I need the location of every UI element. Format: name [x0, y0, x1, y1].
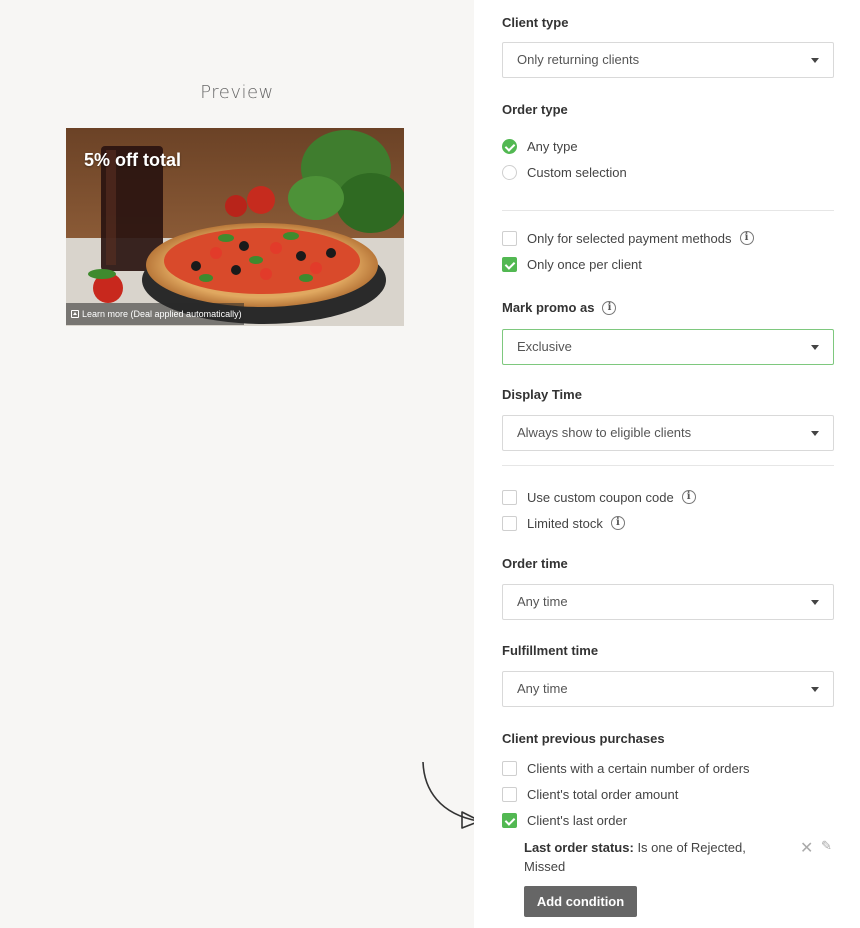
order-time-select[interactable]: Any time	[502, 584, 834, 620]
promo-preview-card: 5% off total Learn more (Deal applied au…	[66, 128, 404, 326]
last-order-checkbox[interactable]: Client's last order	[502, 811, 627, 829]
certain-number-orders-checkbox[interactable]: Clients with a certain number of orders	[502, 759, 750, 777]
divider	[502, 210, 834, 211]
chevron-down-icon	[811, 345, 819, 350]
checkbox-unchecked-icon	[502, 515, 517, 531]
order-type-label: Order type	[502, 102, 568, 117]
total-order-amount-label: Client's total order amount	[527, 786, 679, 802]
close-icon[interactable]: ✕	[800, 838, 813, 858]
total-order-amount-checkbox[interactable]: Client's total order amount	[502, 785, 678, 803]
radio-checked-icon	[502, 138, 517, 154]
chevron-down-icon	[811, 600, 819, 605]
promo-settings-form: Client type Only returning clients Order…	[474, 0, 860, 928]
fulfillment-time-select[interactable]: Any time	[502, 671, 834, 707]
preview-pane: Preview 5% off total Learn more (Deal ap…	[0, 0, 481, 928]
promo-headline: 5% off total	[84, 150, 181, 170]
expand-icon	[71, 310, 79, 318]
checkbox-unchecked-icon	[502, 760, 517, 776]
promo-footer[interactable]: Learn more (Deal applied automatically)	[66, 303, 244, 325]
mark-promo-label-row: Mark promo as i	[502, 300, 617, 315]
divider	[502, 465, 834, 466]
once-per-client-checkbox[interactable]: Only once per client	[502, 255, 642, 273]
order-time-value: Any time	[517, 594, 568, 609]
checkbox-checked-icon	[502, 256, 517, 272]
order-type-any-radio[interactable]: Any type	[502, 137, 578, 155]
add-condition-button[interactable]: Add condition	[524, 886, 637, 917]
certain-number-orders-label: Clients with a certain number of orders	[527, 760, 750, 776]
last-order-label: Client's last order	[527, 812, 628, 828]
custom-coupon-label: Use custom coupon code	[527, 489, 674, 505]
mark-promo-label: Mark promo as	[502, 300, 595, 315]
mark-promo-value: Exclusive	[517, 339, 572, 354]
client-type-value: Only returning clients	[517, 52, 640, 67]
checkbox-unchecked-icon	[502, 230, 517, 246]
order-type-any-label: Any type	[527, 138, 578, 154]
chevron-down-icon	[811, 687, 819, 692]
custom-coupon-checkbox[interactable]: Use custom coupon code i	[502, 488, 696, 506]
once-per-client-label: Only once per client	[527, 256, 642, 272]
order-type-custom-label: Custom selection	[527, 164, 627, 180]
mark-promo-select[interactable]: Exclusive	[502, 329, 834, 365]
info-icon[interactable]: i	[739, 231, 754, 245]
info-icon[interactable]: i	[602, 300, 617, 315]
display-time-select[interactable]: Always show to eligible clients	[502, 415, 834, 451]
fulfillment-time-label: Fulfillment time	[502, 643, 599, 658]
previous-purchases-label: Client previous purchases	[502, 731, 665, 746]
promo-footer-text: Learn more (Deal applied automatically)	[82, 309, 242, 319]
client-type-label: Client type	[502, 15, 569, 30]
pencil-icon[interactable]: ✎	[821, 838, 832, 854]
display-time-label: Display Time	[502, 387, 582, 402]
info-icon[interactable]: i	[681, 490, 696, 504]
checkbox-unchecked-icon	[502, 489, 517, 505]
limited-stock-label: Limited stock	[527, 515, 603, 531]
chevron-down-icon	[811, 431, 819, 436]
display-time-value: Always show to eligible clients	[517, 425, 692, 440]
info-icon[interactable]: i	[610, 516, 625, 530]
preview-title: Preview	[200, 82, 274, 103]
payment-methods-label: Only for selected payment methods	[527, 230, 732, 246]
order-time-label: Order time	[502, 556, 568, 571]
payment-methods-checkbox[interactable]: Only for selected payment methods i	[502, 229, 754, 247]
checkbox-checked-icon	[502, 812, 517, 828]
condition-label: Last order status:	[524, 840, 634, 855]
checkbox-unchecked-icon	[502, 786, 517, 802]
limited-stock-checkbox[interactable]: Limited stock i	[502, 514, 625, 532]
chevron-down-icon	[811, 58, 819, 63]
radio-unchecked-icon	[502, 164, 517, 180]
order-type-custom-radio[interactable]: Custom selection	[502, 163, 627, 181]
fulfillment-time-value: Any time	[517, 681, 568, 696]
client-type-select[interactable]: Only returning clients	[502, 42, 834, 78]
last-order-condition: Last order status: Is one of Rejected, M…	[524, 838, 754, 876]
